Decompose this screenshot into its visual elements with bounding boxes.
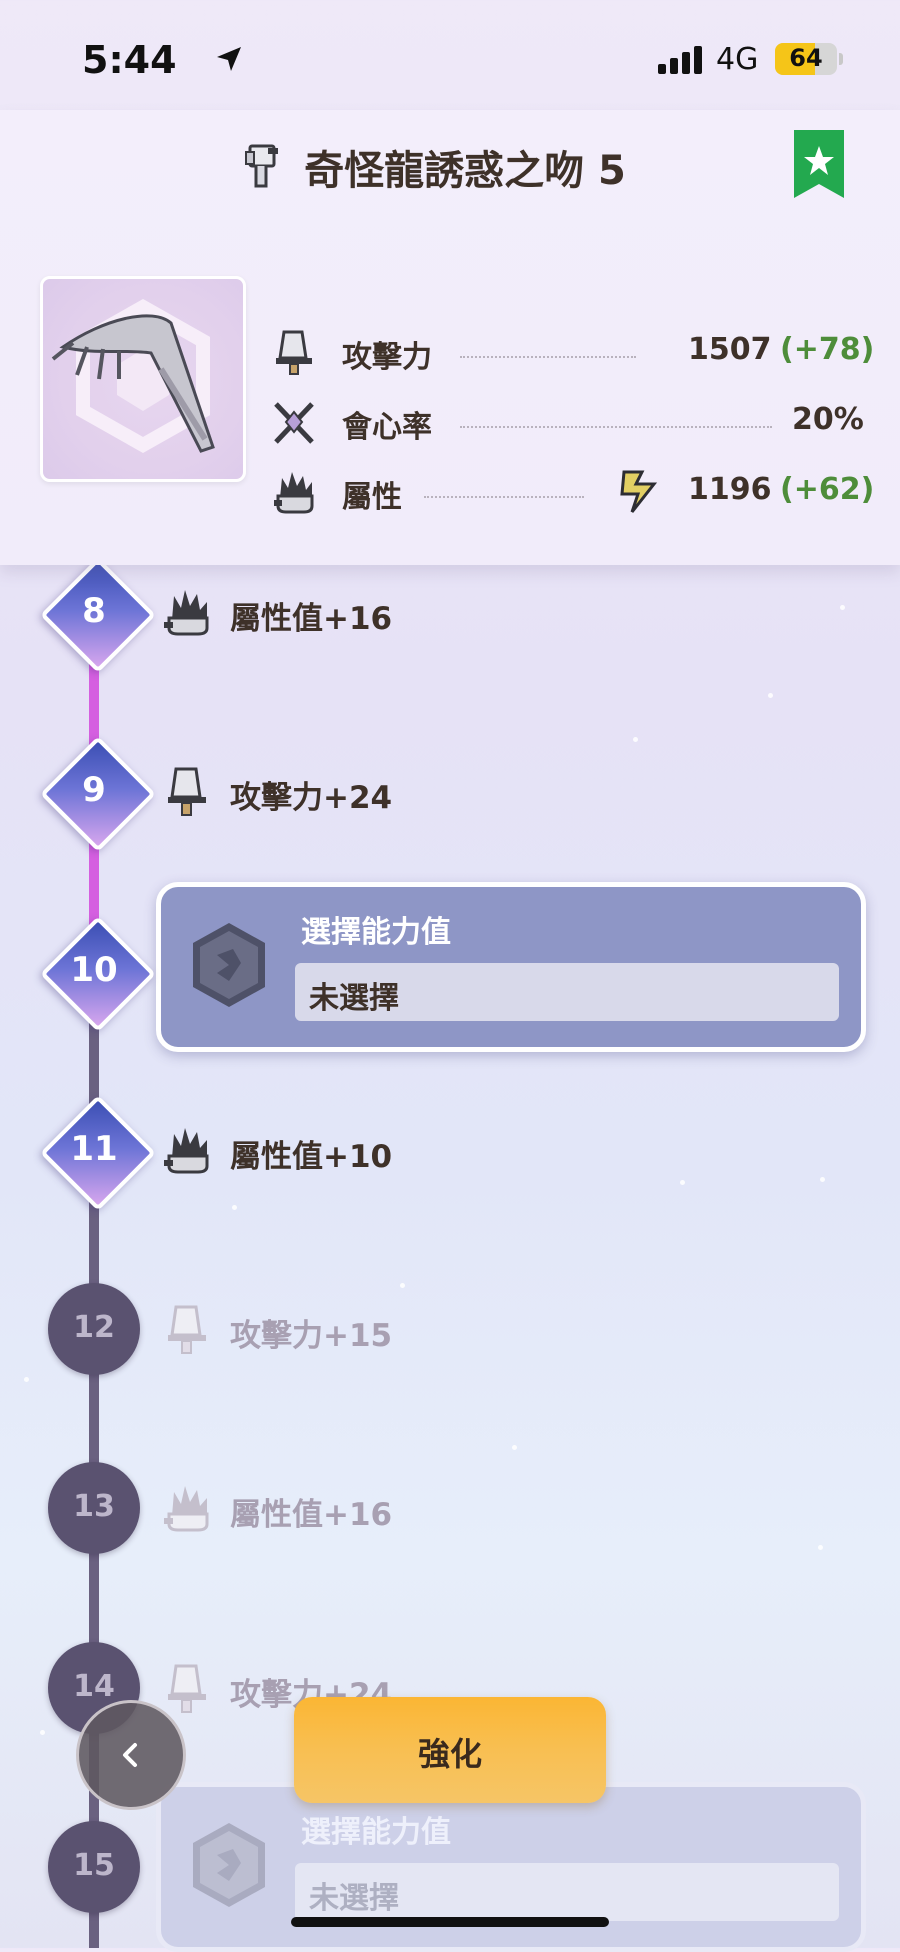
status-time: 5:44 (82, 38, 177, 82)
hex-select-icon (193, 923, 265, 1007)
ability-select-title: 選擇能力值 (301, 915, 451, 950)
home-indicator[interactable] (291, 1917, 609, 1927)
bookmark-star-icon[interactable] (794, 130, 844, 198)
weapon-thumbnail (40, 276, 246, 482)
stat-affinity-label: 會心率 (342, 410, 432, 445)
element-icon (164, 590, 209, 636)
chevron-left-icon (123, 1743, 137, 1767)
attack-icon (276, 330, 312, 375)
stat-attack-value: 1507 (688, 332, 772, 367)
stat-element-value: 1196 (688, 472, 772, 507)
ability-select-field: 未選擇 (295, 1863, 839, 1921)
upgrade-label-11: 屬性值+10 (230, 1139, 393, 1175)
attack-icon (168, 1305, 206, 1354)
ability-select-value: 未選擇 (309, 1881, 399, 1916)
stat-element-label: 屬性 (342, 480, 402, 515)
stat-affinity: 會心率 20% (272, 398, 864, 448)
battery-level: 64 (789, 44, 823, 72)
ability-select-field[interactable]: 未選擇 (295, 963, 839, 1021)
upgrade-label-12: 攻擊力+15 (230, 1318, 393, 1354)
weapon-image (51, 298, 215, 454)
upgrade-node-15: 15 (48, 1821, 140, 1913)
ability-select-title: 選擇能力值 (301, 1815, 451, 1850)
upgrade-label-13: 屬性值+16 (230, 1497, 393, 1533)
hex-select-icon (193, 1823, 265, 1907)
upgrade-node-13: 13 (48, 1462, 140, 1554)
element-icon (164, 1128, 209, 1174)
affinity-icon (274, 402, 314, 444)
enhance-button-label: 強化 (417, 1735, 482, 1773)
element-icon (274, 472, 314, 514)
battery-tip (839, 53, 843, 65)
ability-select-card[interactable]: 選擇能力值 未選擇 (156, 882, 866, 1052)
battery-icon: 64 (775, 43, 837, 75)
upgrade-label-8: 屬性值+16 (230, 601, 393, 637)
stat-element-bonus: (+62) (780, 472, 875, 507)
stat-affinity-value: 20% (792, 402, 864, 437)
attack-icon (168, 767, 206, 816)
element-icon (164, 1486, 209, 1532)
status-bar: 5:44 4G 64 (0, 0, 900, 110)
stat-leader-dots (424, 496, 584, 498)
signal-bars-icon (658, 46, 706, 74)
ability-select-value: 未選擇 (309, 981, 399, 1016)
stat-leader-dots (460, 356, 636, 358)
attack-icon (168, 1664, 206, 1713)
stat-attack-bonus: (+78) (780, 332, 875, 367)
enhance-button[interactable]: 強化 (294, 1697, 606, 1803)
network-type: 4G (716, 42, 759, 77)
stat-leader-dots (460, 426, 772, 428)
thunder-icon (620, 470, 658, 513)
weapon-header: 奇怪龍誘惑之吻 5 攻擊力 1507 (+78) 會心率 20% 屬性 1196… (0, 110, 900, 565)
stat-element: 屬性 1196 (+62) (272, 468, 874, 518)
upgrade-node-12: 12 (48, 1283, 140, 1375)
weapon-title: 奇怪龍誘惑之吻 5 (304, 148, 626, 194)
upgrade-label-9: 攻擊力+24 (230, 780, 393, 816)
stat-attack-label: 攻擊力 (342, 340, 432, 375)
back-button[interactable] (76, 1700, 186, 1810)
stat-attack: 攻擊力 1507 (+78) (272, 328, 874, 378)
location-arrow-icon (217, 47, 241, 71)
